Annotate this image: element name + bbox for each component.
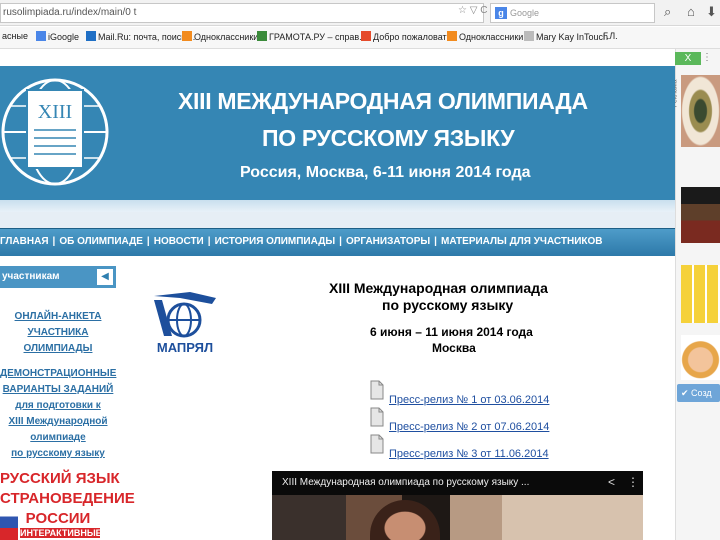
content-city: Москва xyxy=(432,341,476,355)
link-line: ОЛИМПИАДЫ xyxy=(23,343,93,354)
nav-separator: | xyxy=(52,236,56,247)
bookmark-item[interactable]: Mail.Ru: почта, поиск ... xyxy=(86,31,195,42)
bookmark-item[interactable]: Г.Л. xyxy=(603,31,618,41)
banner-dates: Россия, Москва, 6-11 июня 2014 года xyxy=(240,164,531,181)
address-bar[interactable]: rusolimpiada.ru/index/main/0 t xyxy=(0,3,484,23)
g-icon: g xyxy=(495,7,507,19)
nav-item-news[interactable]: НОВОСТИ xyxy=(154,236,204,247)
content-subtitle: по русскому языку xyxy=(382,297,514,313)
thumbnail-cartoon[interactable] xyxy=(681,335,720,380)
close-button[interactable]: X xyxy=(675,52,701,65)
bookmark-item[interactable]: Добро пожаловать xyxy=(361,31,451,42)
download-icon[interactable]: ⬇ xyxy=(706,4,717,20)
header-divider xyxy=(0,200,675,212)
nav-item-materials[interactable]: МАТЕРИАЛЫ ДЛЯ УЧАСТНИКОВ xyxy=(441,236,603,247)
nav-separator: | xyxy=(339,236,342,247)
thumbnail-game[interactable] xyxy=(681,265,720,323)
demo-tasks-link[interactable]: ДЕМОНСТРАЦИОННЫЕ ВАРИАНТЫ ЗАДАНИЙ для по… xyxy=(0,366,116,462)
bookmark-item[interactable]: Одноклассники xyxy=(182,31,258,42)
google-icon xyxy=(36,31,46,41)
video-title[interactable]: XIII Международная олимпиада по русскому… xyxy=(282,477,529,488)
document-icon xyxy=(370,434,384,454)
collapse-arrow-icon[interactable]: ◀ xyxy=(97,269,113,285)
mapryal-logo-text: МАПРЯЛ xyxy=(157,340,213,355)
nav-item-history[interactable]: ИСТОРИЯ ОЛИМПИАДЫ xyxy=(215,236,336,247)
header-gap xyxy=(0,212,675,228)
mapryal-logo[interactable]: МАПРЯЛ xyxy=(150,290,220,356)
ok-icon xyxy=(447,31,457,41)
link-line: УЧАСТНИКА xyxy=(27,327,89,338)
link-line: по русскому языку xyxy=(11,448,105,459)
flag-icon xyxy=(0,505,18,540)
link-line: олимпиаде xyxy=(30,432,86,443)
olympiad-logo-text: XIII xyxy=(38,101,72,123)
bookmark-item[interactable]: ГРАМОТА.РУ – справ... xyxy=(257,31,367,42)
link-line: ВАРИАНТЫ ЗАДАНИЙ xyxy=(2,384,114,395)
mail-icon xyxy=(86,31,96,41)
banner-subtitle: ПО РУССКОМУ ЯЗЫКУ xyxy=(262,125,515,151)
url-text: rusolimpiada.ru/index/main/0 t xyxy=(3,7,137,18)
participant-form-link[interactable]: ОНЛАЙН-АНКЕТА УЧАСТНИКА ОЛИМПИАДЫ xyxy=(0,309,116,357)
link-line: для подготовки к xyxy=(15,400,101,411)
promo-line: РУССКИЙ ЯЗЫК xyxy=(0,470,120,487)
bookmark-item[interactable]: Одноклассники xyxy=(447,31,523,42)
address-bar-icons[interactable]: ☆ ▽ C xyxy=(458,5,487,16)
bookmarks-bar: асные iGoogle Mail.Ru: почта, поиск ... … xyxy=(0,27,720,49)
thumbnail-eye[interactable] xyxy=(681,75,720,147)
content-dates: 6 июня – 11 июня 2014 года xyxy=(370,325,533,339)
nav-item-organizers[interactable]: ОРГАНИЗАТОРЫ xyxy=(346,236,430,247)
home-icon[interactable]: ⌂ xyxy=(687,4,695,19)
press-release-link[interactable]: Пресс-релиз № 1 от 03.06.2014 xyxy=(389,394,549,406)
create-button[interactable]: ✔ Созд xyxy=(677,384,720,402)
welcome-icon xyxy=(361,31,371,41)
ok-icon xyxy=(182,31,192,41)
nav-item-about[interactable]: ОБ ОЛИМПИАДЕ xyxy=(59,236,143,247)
folder-icon xyxy=(524,31,534,41)
link-line: XIII Международной xyxy=(8,416,108,427)
thumbnail-person[interactable] xyxy=(681,187,720,243)
banner-title: XIII МЕЖДУНАРОДНАЯ ОЛИМПИАДА xyxy=(178,88,588,114)
search-icon[interactable]: ⌕ xyxy=(664,4,671,20)
nav-separator: | xyxy=(434,236,437,247)
main-nav-items: ГЛАВНАЯ | ОБ ОЛИМПИАДЕ | НОВОСТИ | ИСТОРИЯ ОЛИ… xyxy=(0,236,603,247)
more-icon[interactable]: ⋮ xyxy=(627,475,639,489)
nav-separator: | xyxy=(146,236,150,247)
promo-line: ИНТЕРАКТИВНЫЕ xyxy=(20,528,102,538)
press-release-link[interactable]: Пресс-релиз № 2 от 07.06.2014 xyxy=(389,421,549,433)
nav-separator: | xyxy=(207,236,211,247)
olympiad-logo[interactable]: XIII xyxy=(0,70,110,200)
search-placeholder: Google xyxy=(510,8,540,18)
nav-item-home[interactable]: ГЛАВНАЯ xyxy=(0,236,49,247)
bookmark-item[interactable]: асные xyxy=(2,31,28,41)
gramota-icon xyxy=(257,31,267,41)
link-line: ОНЛАЙН-АНКЕТА xyxy=(14,311,102,322)
link-line: ДЕМОНСТРАЦИОННЫЕ xyxy=(0,368,117,379)
bookmark-item[interactable]: Mary Kay InTouch xyxy=(524,31,608,42)
search-input[interactable]: g Google xyxy=(490,3,655,23)
share-icon[interactable]: < xyxy=(608,475,615,489)
press-release-link[interactable]: Пресс-релиз № 3 от 11.06.2014 xyxy=(389,448,549,460)
document-icon xyxy=(370,380,384,400)
content-title: XIII Международная олимпиада xyxy=(329,280,548,296)
document-icon xyxy=(370,407,384,427)
video-frame[interactable] xyxy=(272,495,643,540)
bookmark-item[interactable]: iGoogle xyxy=(36,31,79,42)
more-icon[interactable]: ⋮ xyxy=(702,52,712,63)
